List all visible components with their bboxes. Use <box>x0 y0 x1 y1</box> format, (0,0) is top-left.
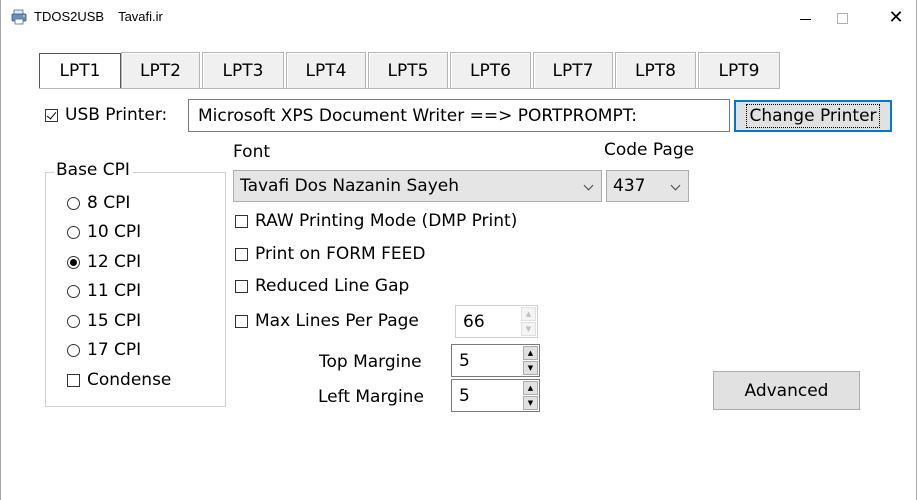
top-margin-stepper[interactable]: 5 ▲ ▼ <box>451 344 540 377</box>
tab-strip-divider <box>39 88 780 89</box>
printer-name-field[interactable]: Microsoft XPS Document Writer ==> PORTPR… <box>188 99 730 132</box>
radio-15-cpi[interactable]: 15 CPI <box>67 311 141 331</box>
max-lines-spin-buttons[interactable]: ▲ ▼ <box>521 307 536 336</box>
radio-15-cpi-label: 15 CPI <box>87 311 142 331</box>
font-label: Font <box>233 142 271 162</box>
checkbox-icon <box>67 373 80 387</box>
close-button[interactable]: ✕ <box>873 0 917 36</box>
code-page-select[interactable]: 437 <box>606 170 689 202</box>
app-name: TDOS2USB <box>34 9 105 24</box>
checkbox-icon <box>235 247 248 261</box>
font-select[interactable]: Tavafi Dos Nazanin Sayeh <box>233 170 602 202</box>
radio-8-cpi[interactable]: 8 CPI <box>67 193 130 213</box>
radio-icon <box>67 343 80 357</box>
usb-printer-check-icon <box>45 108 58 122</box>
radio-11-cpi-label: 11 CPI <box>87 281 142 301</box>
top-margin-value: 5 <box>459 350 470 371</box>
main-window: TDOS2USB Tavafi.ir ✕ LPT1 LPT2 LPT3 LPT4 … <box>0 0 917 500</box>
usb-printer-checkbox[interactable]: USB Printer: <box>45 105 167 125</box>
radio-icon <box>67 314 80 328</box>
advanced-button[interactable]: Advanced <box>713 371 860 410</box>
top-margin-spin-buttons[interactable]: ▲ ▼ <box>523 346 538 375</box>
left-margin-stepper[interactable]: 5 ▲ ▼ <box>451 379 540 412</box>
tab-lpt3[interactable]: LPT3 <box>202 52 284 88</box>
font-select-value: Tavafi Dos Nazanin Sayeh <box>240 176 459 196</box>
tab-lpt6[interactable]: LPT6 <box>450 52 531 88</box>
raw-printing-label: RAW Printing Mode (DMP Print) <box>255 211 518 231</box>
checkbox-icon <box>235 279 248 293</box>
radio-10-cpi[interactable]: 10 CPI <box>67 222 141 242</box>
radio-12-cpi-label: 12 CPI <box>87 252 142 272</box>
spin-up-icon[interactable]: ▲ <box>521 307 536 321</box>
max-lines-checkbox[interactable]: Max Lines Per Page <box>235 311 419 331</box>
reduced-line-gap-checkbox[interactable]: Reduced Line Gap <box>235 276 409 296</box>
code-page-label: Code Page <box>604 140 695 160</box>
radio-17-cpi-label: 17 CPI <box>87 340 142 360</box>
radio-17-cpi[interactable]: 17 CPI <box>67 340 141 360</box>
form-feed-label: Print on FORM FEED <box>255 244 426 264</box>
left-margin-spin-buttons[interactable]: ▲ ▼ <box>523 381 538 410</box>
spin-down-icon[interactable]: ▼ <box>521 322 536 336</box>
radio-icon <box>67 196 80 210</box>
reduced-line-gap-label: Reduced Line Gap <box>255 276 410 296</box>
left-margin-label: Left Margine <box>318 387 424 407</box>
spin-up-icon[interactable]: ▲ <box>523 381 538 395</box>
form-feed-checkbox[interactable]: Print on FORM FEED <box>235 244 425 264</box>
maximize-icon <box>836 12 848 24</box>
condense-checkbox[interactable]: Condense <box>67 370 171 390</box>
radio-10-cpi-label: 10 CPI <box>87 222 142 242</box>
max-lines-value: 66 <box>463 311 485 332</box>
spin-up-icon[interactable]: ▲ <box>523 346 538 360</box>
tab-lpt4[interactable]: LPT4 <box>286 52 366 88</box>
minimize-icon <box>799 18 811 20</box>
spin-down-icon[interactable]: ▼ <box>523 361 538 375</box>
radio-icon <box>67 284 80 298</box>
maximize-button[interactable] <box>819 0 865 36</box>
radio-selected-icon <box>67 255 80 269</box>
max-lines-stepper[interactable]: 66 ▲ ▼ <box>455 305 538 338</box>
max-lines-label: Max Lines Per Page <box>255 311 419 331</box>
printer-app-icon <box>11 9 27 25</box>
checkbox-icon <box>235 314 248 328</box>
code-page-select-value: 437 <box>613 176 646 196</box>
tab-lpt7[interactable]: LPT7 <box>533 52 613 88</box>
raw-printing-checkbox[interactable]: RAW Printing Mode (DMP Print) <box>235 211 517 231</box>
base-cpi-title: Base CPI <box>54 160 133 180</box>
change-printer-label: Change Printer <box>746 104 880 128</box>
radio-12-cpi[interactable]: 12 CPI <box>67 252 141 272</box>
close-icon: ✕ <box>888 7 904 28</box>
change-printer-button[interactable]: Change Printer <box>734 100 892 132</box>
usb-printer-label: USB Printer: <box>65 105 168 125</box>
window-title: TDOS2USB Tavafi.ir <box>34 9 177 24</box>
app-site: Tavafi.ir <box>118 9 163 24</box>
spin-down-icon[interactable]: ▼ <box>523 396 538 410</box>
tab-lpt2[interactable]: LPT2 <box>121 52 200 88</box>
radio-icon <box>67 225 80 239</box>
tab-lpt9[interactable]: LPT9 <box>698 52 780 88</box>
chevron-down-icon <box>583 180 594 191</box>
checkbox-icon <box>235 214 248 228</box>
left-margin-value: 5 <box>459 385 470 406</box>
tab-lpt1[interactable]: LPT1 <box>39 53 121 88</box>
chevron-down-icon <box>670 180 681 191</box>
tab-lpt8[interactable]: LPT8 <box>615 52 696 88</box>
radio-11-cpi[interactable]: 11 CPI <box>67 281 141 301</box>
tab-lpt5[interactable]: LPT5 <box>368 52 448 88</box>
condense-label: Condense <box>87 370 172 390</box>
title-bar[interactable]: TDOS2USB Tavafi.ir ✕ <box>1 0 916 36</box>
radio-8-cpi-label: 8 CPI <box>87 193 131 213</box>
top-margin-label: Top Margine <box>319 352 422 372</box>
